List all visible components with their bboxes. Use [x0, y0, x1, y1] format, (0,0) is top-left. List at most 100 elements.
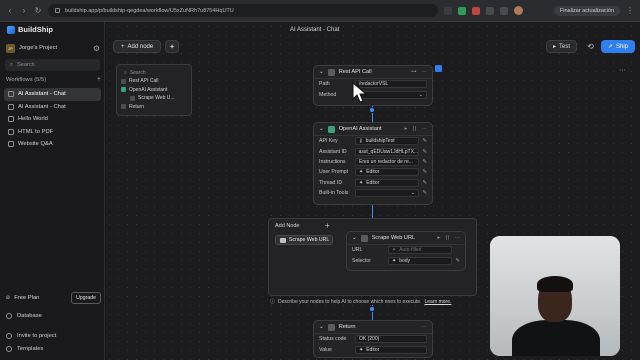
database-link[interactable]: Database: [6, 313, 101, 319]
status-code-select[interactable]: OK (200): [355, 335, 427, 344]
workflow-item[interactable]: HTML to PDF: [4, 126, 101, 139]
edit-icon[interactable]: ✎: [419, 190, 427, 196]
return-node[interactable]: ⌄ Return ⋯ Status code OK (200) Value ✦ Edi…: [313, 320, 433, 358]
node-header: ⌄ Return ⋯: [314, 321, 432, 334]
back-icon[interactable]: ‹: [6, 6, 14, 15]
extension-icon[interactable]: [458, 6, 466, 15]
upgrade-button[interactable]: Upgrade: [71, 292, 101, 304]
workflow-item[interactable]: AI Assistant - Chat: [4, 88, 101, 101]
canvas-menu-icon[interactable]: ⋯: [619, 66, 626, 74]
node-input-row: Status code OK (200): [314, 334, 432, 344]
more-icon[interactable]: ⋯: [455, 235, 461, 241]
extensions-puzzle-icon[interactable]: [500, 6, 508, 15]
code-icon[interactable]: ⟨⟩: [412, 126, 416, 132]
bookmark-icon[interactable]: [444, 6, 452, 15]
more-icon[interactable]: ⋯: [422, 324, 428, 330]
workflow-item[interactable]: AI Assistant - Chat: [4, 101, 101, 114]
project-selector[interactable]: JP Jorge's Project ⚙: [6, 42, 100, 54]
chevron-down-icon[interactable]: ⌄: [319, 324, 324, 330]
search-icon: ⌕: [124, 70, 127, 76]
edit-icon[interactable]: ✎: [452, 258, 460, 264]
update-button[interactable]: Finalizar actualización: [553, 5, 620, 16]
more-icon[interactable]: ⋯: [422, 126, 428, 132]
thread-id-input[interactable]: ✦ Editor: [355, 178, 419, 187]
edit-icon[interactable]: ✎: [419, 159, 427, 165]
chevron-down-icon[interactable]: ⌄: [352, 235, 357, 241]
ai-wand-icon[interactable]: ✦: [165, 40, 179, 53]
assistant-id-input[interactable]: asst_qEDUaw1JdHLpTX...: [354, 147, 420, 156]
mouse-cursor-icon: [352, 82, 368, 103]
workflow-icon: [8, 128, 14, 135]
templates-link[interactable]: Templates: [6, 346, 101, 352]
extension-icon[interactable]: [486, 6, 494, 15]
node-header: ⌄ Scrape Web URL ▸ ⟨⟩ ⋯: [347, 232, 465, 245]
workflow-title[interactable]: AI Assistant - Chat: [290, 27, 339, 33]
invite-link[interactable]: Invite to project: [6, 333, 101, 339]
editor-icon: ✦: [359, 346, 364, 353]
lock-icon: [55, 8, 60, 13]
outline-item[interactable]: Scrape Web U...: [121, 94, 187, 103]
connector-dot: [369, 107, 375, 113]
node-input-row: API Key ⚷ buildshipTest ✎: [319, 137, 427, 146]
instructions-input[interactable]: Eres un redactor de re...: [355, 157, 419, 166]
profile-avatar[interactable]: [514, 6, 523, 15]
address-bar[interactable]: buildship.app/p/buildship-qegdea/workflo…: [48, 4, 438, 17]
edit-icon[interactable]: ✎: [419, 180, 427, 186]
presenter-hair: [537, 276, 573, 292]
outline-search[interactable]: ⌕ Search: [121, 69, 187, 77]
forward-icon[interactable]: ›: [20, 6, 28, 15]
builtin-tools-select[interactable]: ⌄: [355, 189, 419, 198]
edit-icon[interactable]: ✎: [419, 138, 427, 144]
link-icon[interactable]: ⊶: [411, 69, 417, 75]
key-icon: ⚷: [359, 138, 363, 145]
play-icon[interactable]: ▸: [404, 126, 407, 132]
openai-assistant-node[interactable]: ⌄ OpenAI Assistant ▸ ⟨⟩ ⋯ API Key ⚷ buildshi…: [313, 122, 433, 205]
test-button[interactable]: ▸ Test: [546, 40, 578, 53]
search-input[interactable]: ⌕ Search: [5, 59, 100, 71]
user-prompt-input[interactable]: ✦ Editor: [355, 168, 419, 177]
search-icon: ⌕: [10, 61, 14, 68]
url-input[interactable]: ✦ Auto-filled: [388, 246, 452, 255]
workflow-item[interactable]: Website Q&A: [4, 138, 101, 151]
add-workflow-icon[interactable]: +: [97, 76, 101, 83]
outline-item[interactable]: Rest API Call: [121, 77, 187, 86]
more-icon[interactable]: ⋯: [422, 69, 428, 75]
chevron-down-icon[interactable]: ⌄: [319, 69, 324, 75]
learn-more-link[interactable]: Learn more.: [424, 299, 451, 305]
gear-icon[interactable]: ⚙: [93, 44, 100, 53]
user-plus-icon: [6, 333, 12, 339]
workflow-item[interactable]: Hello World: [4, 113, 101, 126]
chevron-down-icon[interactable]: ⌄: [319, 126, 324, 132]
workflow-icon: [8, 91, 14, 98]
collapse-toggle-icon[interactable]: [435, 65, 442, 72]
editor-icon: ✦: [392, 247, 397, 254]
ship-button[interactable]: ➚ Ship: [601, 40, 636, 53]
editor-icon: ✦: [392, 257, 397, 264]
selector-input[interactable]: ✦ body: [388, 256, 452, 265]
extension-icon[interactable]: [472, 6, 480, 15]
database-icon: [6, 313, 12, 319]
rest-api-node[interactable]: ⌄ Rest API Call ⊶ ⋯ Path/redactorVSL Meth…: [313, 65, 433, 106]
buildship-logo: BuildShip: [7, 25, 53, 34]
history-icon[interactable]: ⟲: [584, 40, 597, 53]
outline-item[interactable]: OpenAI Assistant: [121, 86, 187, 95]
node-icon: [130, 95, 135, 101]
return-value-input[interactable]: ✦ Editor: [355, 345, 427, 354]
menu-dots-icon[interactable]: ⋮: [626, 6, 634, 15]
api-key-input[interactable]: ⚷ buildshipTest: [355, 137, 419, 146]
edit-icon[interactable]: ✎: [419, 149, 427, 155]
scrape-web-url-chip[interactable]: Scrape Web URL: [275, 235, 333, 245]
node-outline-panel: ⌕ Search Rest API Call OpenAI Assistant S…: [116, 64, 192, 116]
add-node-label: Add Node: [275, 223, 300, 229]
node-icon: [121, 78, 126, 84]
play-icon[interactable]: ▸: [437, 235, 440, 241]
plus-icon[interactable]: +: [325, 221, 330, 230]
reload-icon[interactable]: ↻: [34, 6, 42, 15]
code-icon[interactable]: ⟨⟩: [445, 235, 449, 241]
sidebar: BuildShip JP Jorge's Project ⚙ ⌕ Search …: [0, 22, 105, 360]
add-node-button[interactable]: + Add node: [113, 40, 162, 53]
outline-item[interactable]: Return: [121, 103, 187, 112]
plan-section: 🔥︎ Free Plan Upgrade: [6, 292, 101, 304]
scrape-web-url-node[interactable]: ⌄ Scrape Web URL ▸ ⟨⟩ ⋯ URL ✦ Auto-filled Se…: [346, 231, 466, 271]
edit-icon[interactable]: ✎: [419, 169, 427, 175]
